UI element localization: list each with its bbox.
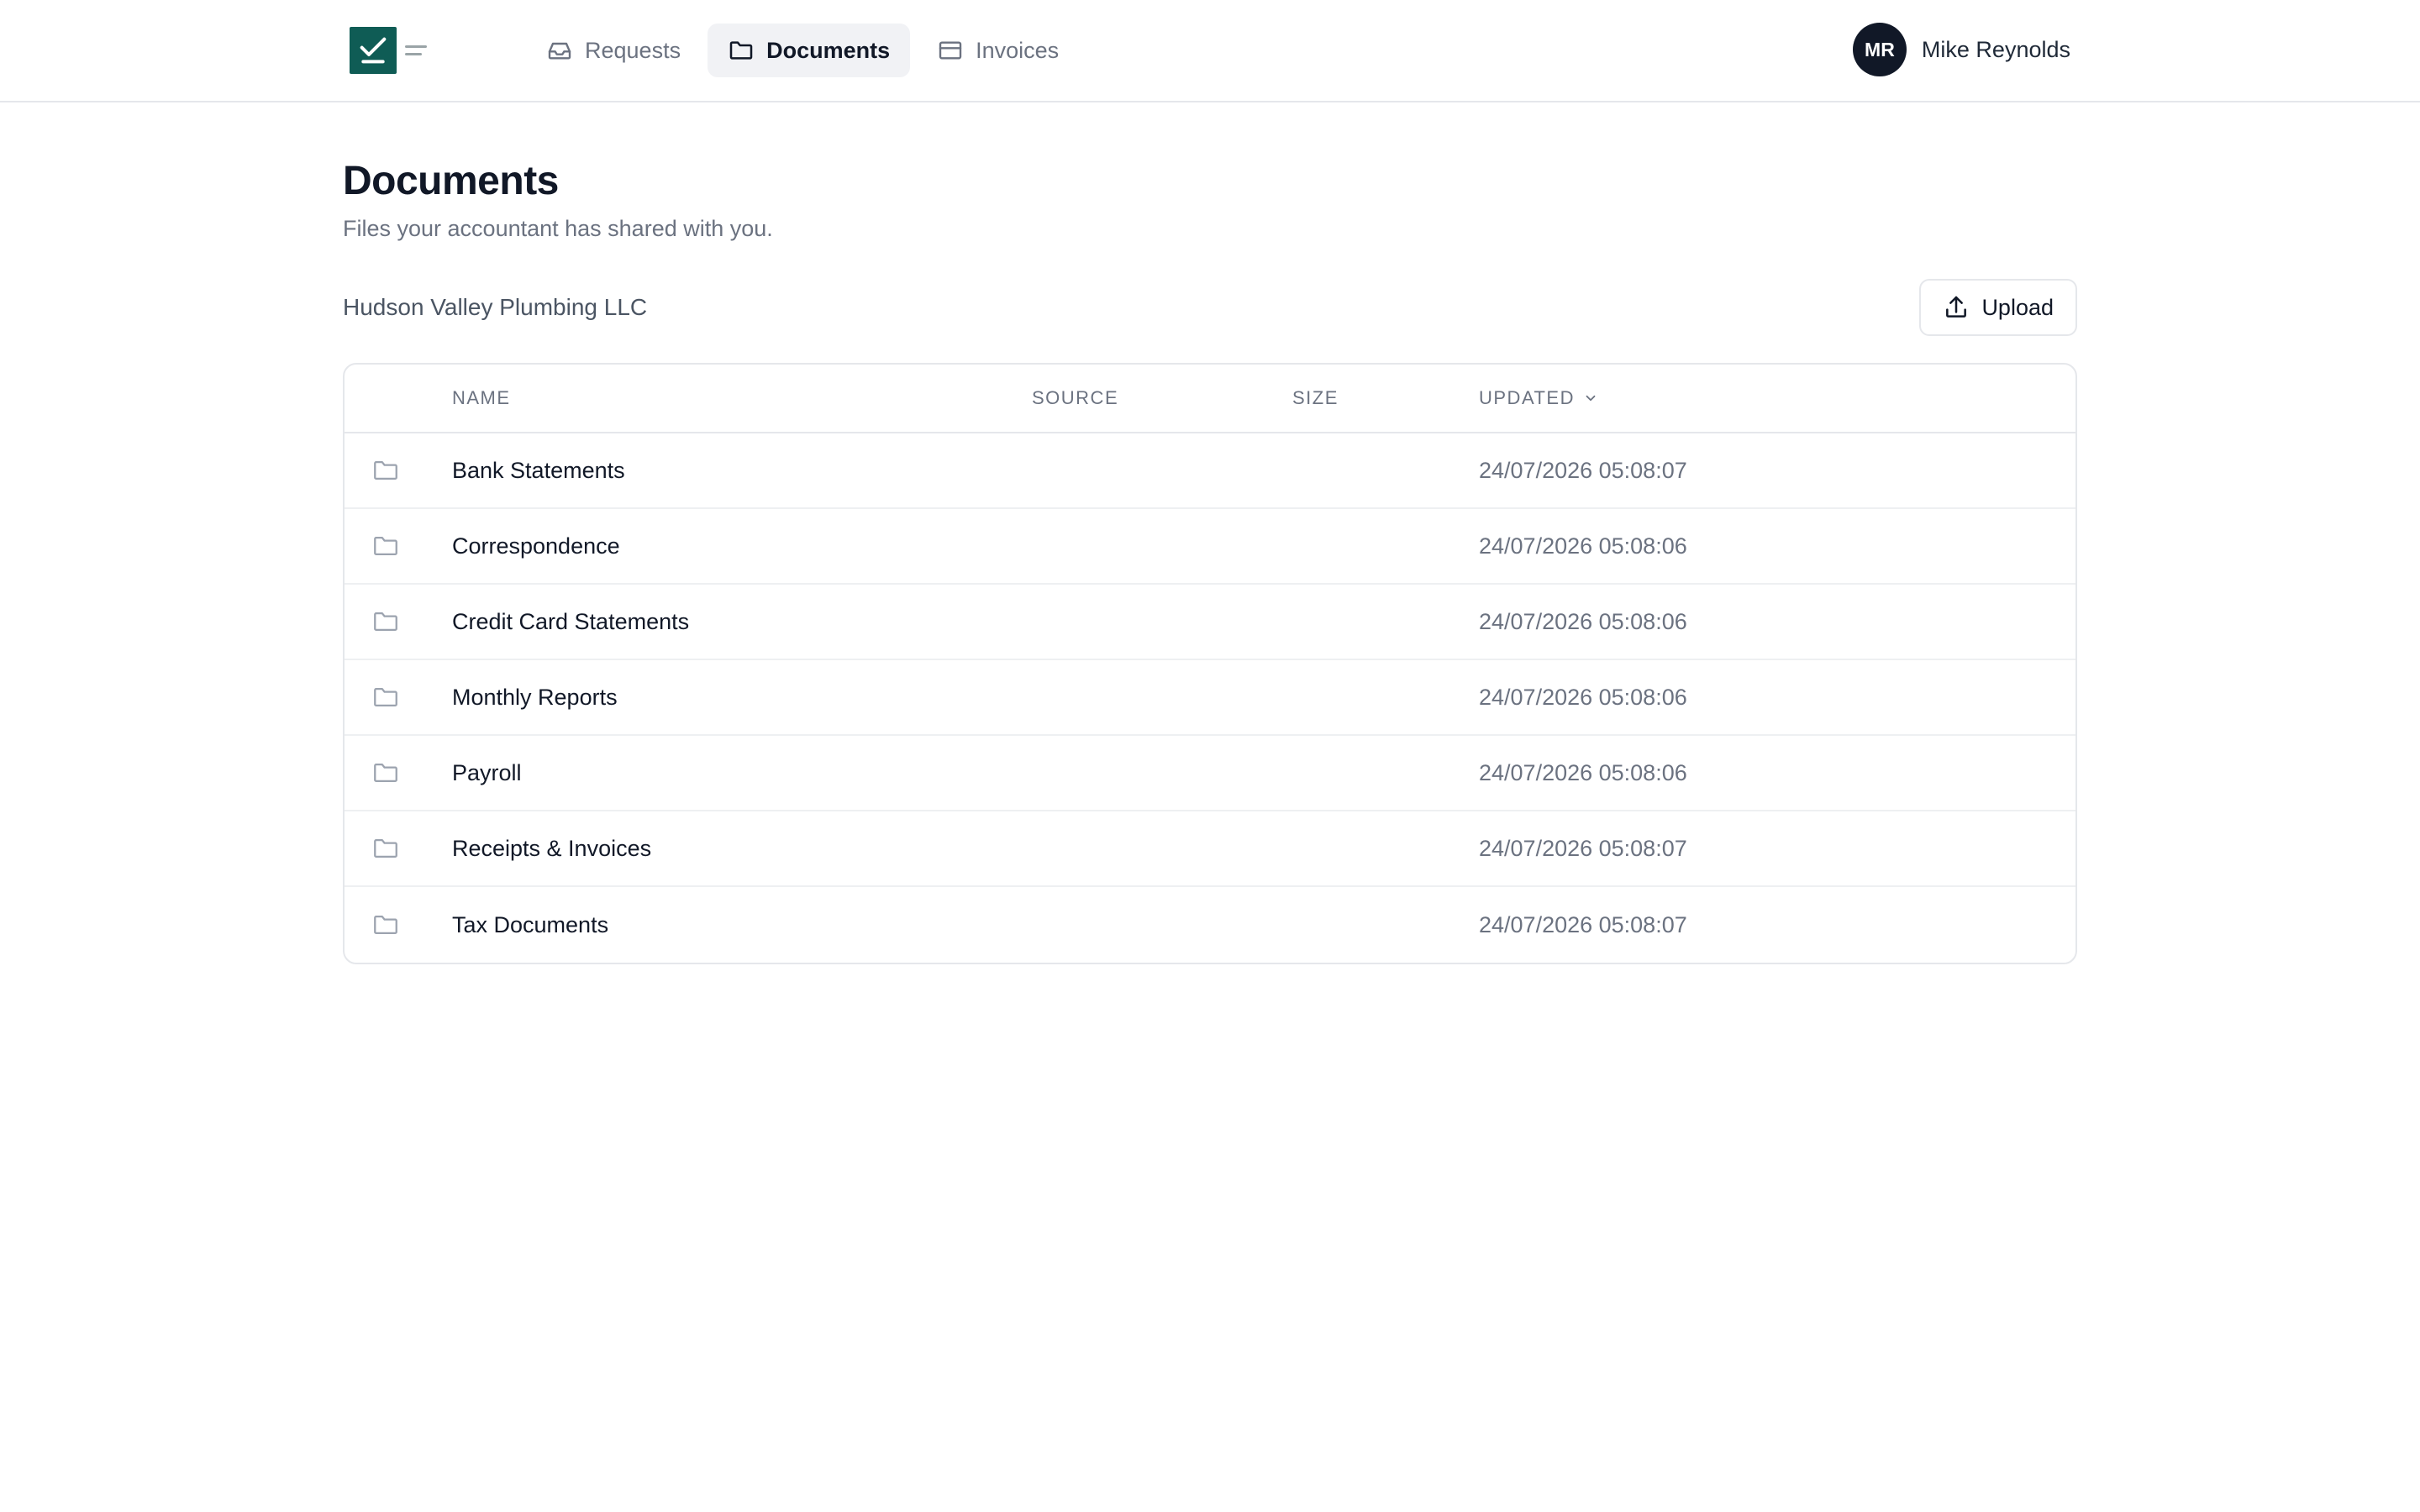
inbox-icon (548, 42, 571, 60)
table-header: NAME SOURCE SIZE UPDATED (345, 365, 2075, 433)
row-name: Payroll (452, 759, 522, 785)
row-updated: 24/07/2026 05:08:06 (1479, 533, 1687, 559)
table-body: Bank Statements 24/07/2026 05:08:07 Corr… (345, 433, 2075, 963)
nav-item-label: Requests (585, 37, 681, 63)
row-updated: 24/07/2026 05:08:07 (1479, 911, 1687, 937)
nav-item-documents[interactable]: Documents (708, 24, 911, 77)
column-header-name[interactable]: NAME (452, 387, 1032, 409)
folder-icon (374, 460, 397, 480)
upload-button[interactable]: Upload (1919, 279, 2077, 336)
row-name: Tax Documents (452, 911, 609, 937)
row-name: Receipts & Invoices (452, 835, 652, 861)
upload-button-label: Upload (1981, 294, 2054, 320)
logo-wordmark (405, 45, 427, 55)
column-header-size[interactable]: SIZE (1292, 387, 1479, 409)
column-header-updated-label: UPDATED (1479, 387, 1575, 408)
row-name: Monthly Reports (452, 684, 618, 710)
column-header-source[interactable]: SOURCE (1032, 387, 1292, 409)
nav-item-label: Invoices (976, 37, 1060, 63)
table-row[interactable]: Payroll 24/07/2026 05:08:06 (345, 736, 2075, 811)
page-title: Documents (343, 159, 559, 203)
avatar: MR (1852, 23, 1907, 76)
folder-icon (374, 838, 397, 858)
logo[interactable] (350, 27, 427, 74)
table-row[interactable]: Receipts & Invoices 24/07/2026 05:08:07 (345, 811, 2075, 887)
table-row[interactable]: Credit Card Statements 24/07/2026 05:08:… (345, 585, 2075, 660)
row-name: Correspondence (452, 533, 620, 559)
folder-icon (729, 41, 753, 60)
folder-icon (374, 536, 397, 556)
row-updated: 24/07/2026 05:08:07 (1479, 457, 1687, 483)
credit-card-icon (939, 41, 962, 60)
row-updated: 24/07/2026 05:08:06 (1479, 759, 1687, 785)
nav-item-requests[interactable]: Requests (526, 24, 701, 77)
page-subtitle: Files your accountant has shared with yo… (343, 216, 773, 241)
table-row[interactable]: Bank Statements 24/07/2026 05:08:07 (345, 433, 2075, 509)
upload-icon (1946, 296, 1967, 318)
row-name: Bank Statements (452, 457, 625, 483)
user-menu[interactable]: MR Mike Reynolds (1852, 23, 2070, 76)
main-nav: Requests Documents Invoices (526, 24, 1079, 77)
main-content: Documents Files your accountant has shar… (343, 102, 2077, 964)
folder-icon (374, 763, 397, 783)
top-navigation-bar: Requests Documents Invoices MR Mike Reyn… (0, 0, 2420, 102)
folder-icon (374, 612, 397, 632)
table-row[interactable]: Tax Documents 24/07/2026 05:08:07 (345, 887, 2075, 963)
client-name: Hudson Valley Plumbing LLC (343, 294, 648, 320)
user-name: Mike Reynolds (1921, 36, 2070, 62)
nav-item-invoices[interactable]: Invoices (917, 24, 1079, 77)
table-row[interactable]: Correspondence 24/07/2026 05:08:06 (345, 509, 2075, 585)
nav-item-label: Documents (766, 37, 891, 63)
table-row[interactable]: Monthly Reports 24/07/2026 05:08:06 (345, 660, 2075, 736)
folder-icon (374, 687, 397, 707)
folder-icon (374, 915, 397, 935)
column-header-updated[interactable]: UPDATED (1479, 387, 2075, 409)
row-updated: 24/07/2026 05:08:07 (1479, 835, 1687, 861)
documents-table: NAME SOURCE SIZE UPDATED Bank Statements… (343, 363, 2077, 964)
toolbar: Hudson Valley Plumbing LLC Upload (343, 279, 2077, 336)
checkmark-logo-icon (350, 27, 397, 74)
chevron-down-icon (1586, 395, 1596, 402)
row-updated: 24/07/2026 05:08:06 (1479, 608, 1687, 634)
row-updated: 24/07/2026 05:08:06 (1479, 684, 1687, 710)
row-name: Credit Card Statements (452, 608, 690, 634)
